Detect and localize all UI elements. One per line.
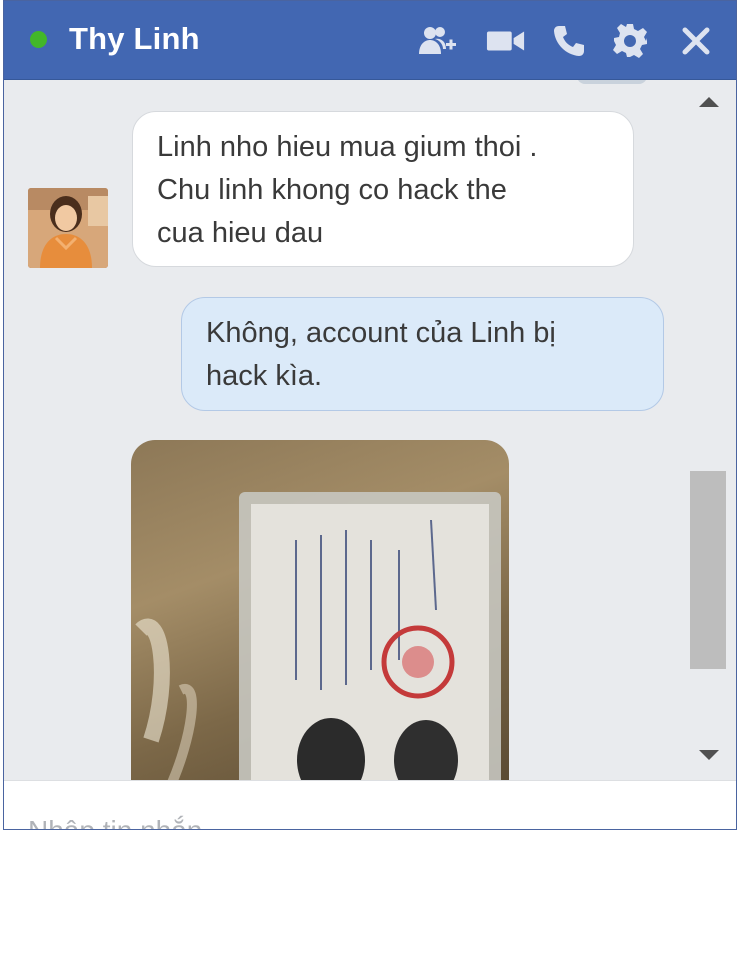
chat-header[interactable]: Thy Linh bbox=[4, 1, 736, 80]
message-list[interactable]: Linh nho hieu mua gium thoi . Chu linh k… bbox=[4, 80, 736, 780]
composer-bar bbox=[4, 780, 736, 829]
gear-icon[interactable] bbox=[610, 23, 650, 59]
close-icon[interactable] bbox=[676, 23, 716, 59]
outgoing-message-bubble[interactable]: Không, account của Linh bị hack kìa. bbox=[181, 297, 664, 411]
phone-icon[interactable] bbox=[549, 23, 589, 59]
chat-window: Thy Linh Linh nho hieu mua gium thoi . C… bbox=[3, 0, 737, 830]
scrollbar-thumb[interactable] bbox=[690, 471, 726, 669]
message-text-line: Chu linh khong co hack the bbox=[157, 174, 507, 206]
message-text-line: cua hieu dau bbox=[157, 217, 324, 249]
online-status-icon bbox=[30, 31, 47, 48]
add-friend-icon[interactable] bbox=[417, 23, 457, 59]
video-call-icon[interactable] bbox=[486, 23, 526, 59]
contact-name[interactable]: Thy Linh bbox=[69, 21, 200, 57]
message-text-line: Linh nho hieu mua gium thoi . bbox=[157, 131, 538, 163]
contact-avatar[interactable] bbox=[28, 188, 108, 268]
message-text-line: hack kìa. bbox=[206, 360, 323, 392]
message-input[interactable] bbox=[28, 811, 628, 829]
scroll-down-arrow[interactable] bbox=[699, 750, 719, 760]
scroll-up-arrow[interactable] bbox=[699, 97, 719, 107]
previous-message-edge bbox=[577, 80, 647, 84]
photo-attachment[interactable] bbox=[131, 440, 509, 780]
message-text-line: Không, account của Linh bị bbox=[206, 317, 556, 349]
incoming-message-bubble[interactable]: Linh nho hieu mua gium thoi . Chu linh k… bbox=[132, 111, 634, 267]
